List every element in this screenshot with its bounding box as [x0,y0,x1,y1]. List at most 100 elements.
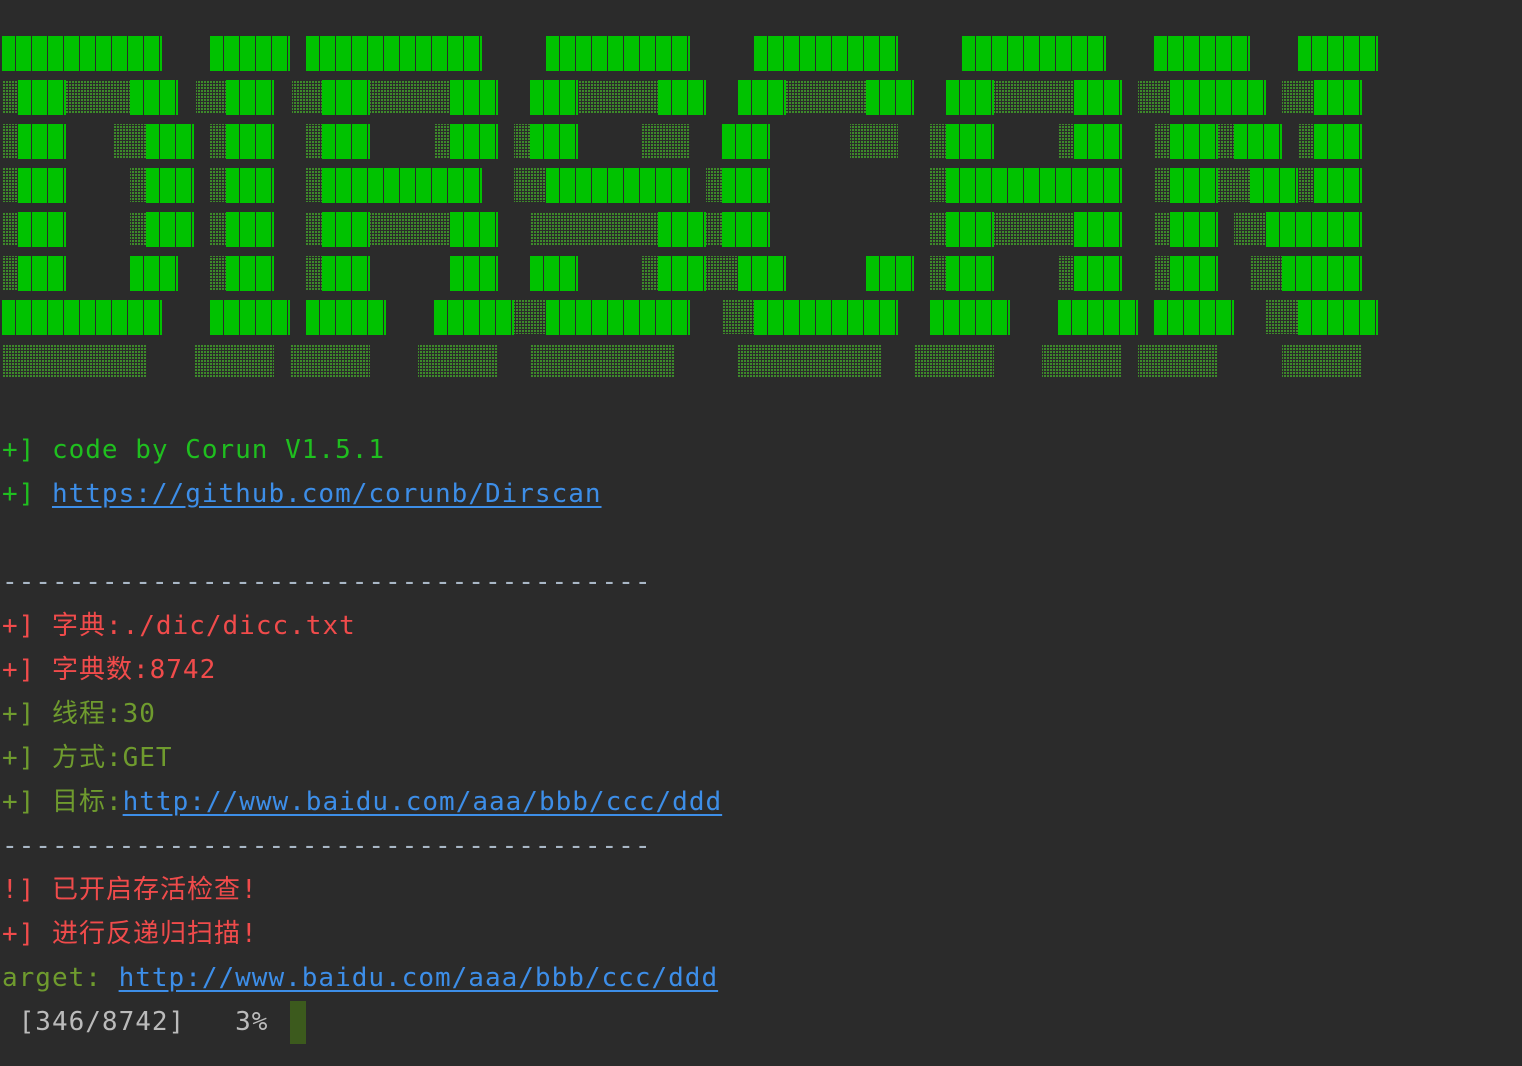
banner-block [930,212,946,246]
banner-block [1058,256,1074,290]
scan-target-link[interactable]: http://www.baidu.com/aaa/bbb/ccc/ddd [119,963,719,993]
banner-block [930,168,946,202]
banner-block [546,300,690,335]
banner-block [450,212,498,247]
banner-block [146,212,194,247]
banner-block [2,344,146,378]
banner-block [930,256,946,290]
banner-block [1074,212,1122,247]
banner-block [1282,344,1362,378]
banner-block [866,80,914,115]
repo-prefix: +] [2,479,52,509]
banner-block [130,256,178,291]
banner-block [1282,256,1362,291]
banner-block [306,168,322,202]
method-line: +] 方式:GET [2,743,173,773]
banner-block [1298,300,1378,335]
banner-block [546,168,690,203]
banner-block [292,80,322,114]
banner-block [2,168,18,202]
scan-target-line: arget: http://www.baidu.com/aaa/bbb/ccc/… [2,962,718,994]
target-line: +] 目标:http://www.baidu.com/aaa/bbb/ccc/d… [2,786,722,818]
banner-block [210,168,226,202]
banner-block [450,80,498,115]
banner-block [642,124,690,158]
banner-block [18,168,66,203]
banner-block [994,80,1074,114]
repo-link[interactable]: https://github.com/corunb/Dirscan [52,479,602,509]
banner-block [450,124,498,159]
banner-block [226,256,274,291]
banner-block [306,36,482,71]
banner-block [754,300,898,335]
repo-line: +] https://github.com/corunb/Dirscan [2,478,602,510]
banner-block [194,344,274,378]
banner-block [1154,168,1170,202]
banner-block [1314,168,1362,203]
banner-block [1218,168,1250,202]
banner-block [658,256,706,291]
banner-block [1058,124,1074,158]
banner-block [1218,124,1234,158]
banner-block [786,80,866,114]
banner-block [578,80,658,114]
banner-block [514,300,546,334]
banner-block [930,300,1010,335]
banner-block [642,256,658,290]
banner-block [1250,168,1298,203]
banner-block [370,212,450,246]
banner-block [306,212,322,246]
banner-block [1234,124,1282,159]
dict-line: +] 字典:./dic/dicc.txt [2,611,356,641]
recursive-scan-line: +] 进行反递归扫描! [2,919,258,949]
banner-block [1170,80,1266,115]
banner-block [530,124,578,159]
banner-block [18,212,66,247]
banner-block [722,124,770,159]
banner-block [706,168,722,202]
banner-block [994,212,1074,246]
banner-block [146,124,194,159]
banner-block [146,168,194,203]
target-link[interactable]: http://www.baidu.com/aaa/bbb/ccc/ddd [123,787,723,817]
banner-block [1314,124,1362,159]
banner-block [196,80,226,114]
threads-line: +] 线程:30 [2,699,156,729]
banner-block [1138,80,1170,114]
banner-block [1058,300,1138,335]
banner-block [2,300,162,335]
banner-block [18,256,66,291]
banner-block [1138,344,1218,378]
banner-block [226,168,274,203]
banner-block [738,256,786,291]
banner-block [850,124,898,158]
banner-block [2,212,18,246]
banner-block [130,80,178,115]
progress-counter: [346/8742] 3% [2,1007,269,1037]
banner-block [322,168,482,203]
banner-block [322,212,370,247]
banner-block [210,212,226,246]
banner-block [18,124,66,159]
banner-block [418,344,498,378]
banner-block [530,212,658,246]
banner-block [210,300,290,335]
banner-block [1170,212,1218,247]
banner-block [114,124,146,158]
banner-block [370,80,450,114]
banner-block [946,168,1122,203]
banner-block [1250,256,1282,290]
banner-block [1074,256,1122,291]
banner-block [434,300,514,335]
banner-block [306,124,322,158]
banner-block [514,168,546,202]
banner-block [1298,36,1378,71]
banner-block [434,124,450,158]
banner-block [722,212,770,247]
banner-block [530,344,674,378]
banner-block [226,124,274,159]
banner-block [226,80,274,115]
banner-block [930,124,946,158]
banner-block [1298,124,1314,158]
banner-block [210,124,226,158]
